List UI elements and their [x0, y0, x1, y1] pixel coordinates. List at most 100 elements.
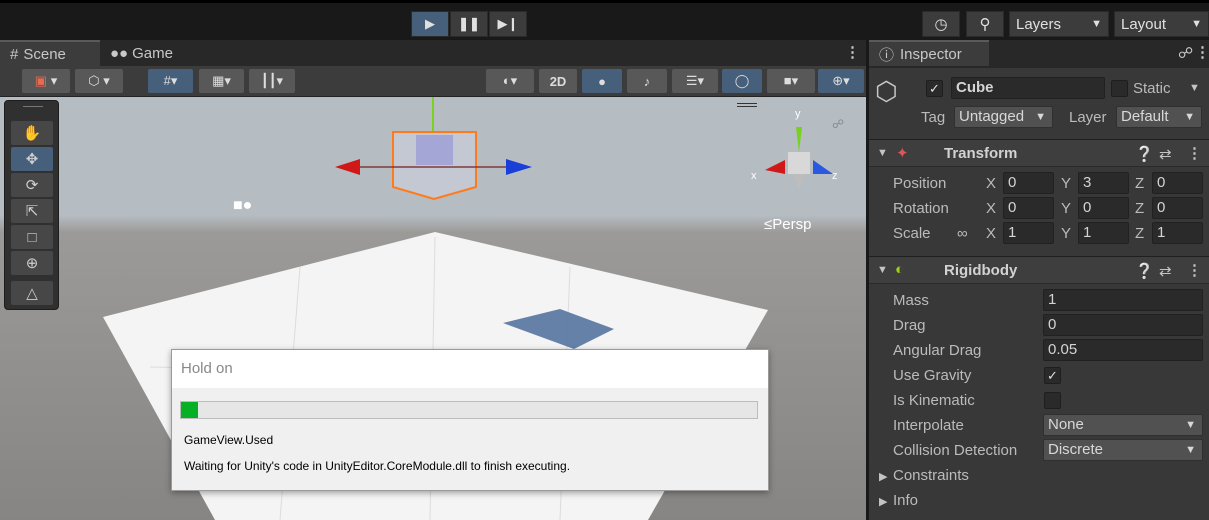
static-checkbox[interactable] [1111, 80, 1128, 97]
orientation-gizmo[interactable]: y x z [751, 108, 845, 197]
tag-dropdown[interactable]: Untagged ▼ [954, 106, 1053, 128]
rotation-z-field[interactable]: 0 [1152, 197, 1203, 219]
rotation-y-field[interactable]: 0 [1078, 197, 1129, 219]
interpolate-dropdown[interactable]: None ▼ [1043, 414, 1203, 436]
collision-detection-dropdown[interactable]: Discrete ▼ [1043, 439, 1203, 461]
is-kinematic-label: Is Kinematic [893, 392, 975, 409]
position-x-field[interactable]: 0 [1003, 172, 1054, 194]
rotation-y-label: Y [1061, 200, 1072, 217]
transform-icon: ✦ [896, 145, 909, 162]
cube-object-icon[interactable]: ⬡ [875, 76, 898, 107]
hidden-objects-toggle[interactable]: ◯ [722, 69, 762, 93]
layer-dropdown[interactable]: Default ▼ [1116, 106, 1202, 128]
chevron-down-icon: ▼ [1091, 18, 1102, 30]
layout-label: Layout [1121, 15, 1167, 33]
tab-scene-label: Scene [23, 45, 66, 63]
drag-field[interactable]: 0 [1043, 314, 1203, 336]
info-foldout[interactable]: Info [893, 492, 918, 509]
gizmos-dropdown[interactable]: ⊕▾ [818, 69, 864, 93]
is-kinematic-checkbox[interactable] [1044, 392, 1061, 409]
transform-tool[interactable]: ⊕ [11, 251, 53, 275]
position-x-label: X [986, 175, 997, 192]
progress-bar [180, 401, 758, 419]
gizmo-menu-icon[interactable] [737, 103, 757, 107]
expand-arrow-icon[interactable]: ▶ [879, 495, 887, 508]
render-mode-dropdown[interactable]: ⬡ ▾ [75, 69, 123, 93]
rotate-tool[interactable]: ⟳ [11, 173, 53, 197]
move-tool[interactable]: ✥ [11, 147, 53, 171]
move-icon: ✥ [25, 151, 39, 168]
tab-inspector[interactable]: ⓘ Inspector [869, 40, 989, 66]
position-y-field[interactable]: 3 [1078, 172, 1129, 194]
increment-snap-icon: ▦▾ [212, 73, 231, 88]
main-toolbar: ▶ ❚❚ ▶❙ ◷ ⚲ Layers ▼ Layout ▼ [0, 0, 1209, 40]
rigidbody-header[interactable]: ▼ ◐ Rigidbody ❔ ⇄ ⋮ [869, 256, 1209, 284]
gizmo-z-label: z [832, 170, 838, 182]
layers-dropdown[interactable]: Layers ▼ [1009, 11, 1109, 37]
draw-mode-dropdown[interactable]: ▣ ▾ [22, 69, 70, 93]
increment-snap-dropdown[interactable]: ▦▾ [199, 69, 244, 93]
pause-button[interactable]: ❚❚ [450, 11, 488, 37]
position-z-field[interactable]: 0 [1152, 172, 1203, 194]
more-options-icon[interactable]: ⋮ [1195, 43, 1209, 61]
rotation-x-field[interactable]: 0 [1003, 197, 1054, 219]
toggle-2d-button[interactable]: 2D [539, 69, 577, 93]
gizmo-y-label: y [795, 108, 801, 120]
constrain-proportions-icon[interactable]: ∞ [957, 225, 968, 242]
audio-toggle[interactable]: ♪ [627, 69, 667, 93]
hand-tool[interactable]: ✋ [11, 121, 53, 145]
palette-handle[interactable] [23, 106, 43, 107]
play-button[interactable]: ▶ [411, 11, 449, 37]
layout-dropdown[interactable]: Layout ▼ [1114, 11, 1209, 37]
chevron-down-icon: ▼ [1184, 111, 1195, 123]
dialog-message: Waiting for Unity's code in UnityEditor.… [184, 459, 571, 473]
scale-x-field[interactable]: 1 [1003, 222, 1054, 244]
tab-inspector-label: Inspector [900, 45, 962, 63]
ruler-dropdown[interactable]: ┃┃▾ [249, 69, 295, 93]
effects-dropdown[interactable]: ☰▾ [672, 69, 718, 93]
scale-y-field[interactable]: 1 [1078, 222, 1129, 244]
tab-scene[interactable]: # Scene [0, 40, 100, 66]
mass-field[interactable]: 1 [1043, 289, 1203, 311]
more-options-icon[interactable]: ⋮ [1187, 144, 1202, 162]
custom-tool[interactable]: △ [11, 281, 53, 305]
shading-dropdown[interactable]: ◐▾ [486, 69, 534, 93]
help-icon[interactable]: ❔ [1135, 145, 1154, 163]
more-options-icon[interactable]: ⋮ [1187, 261, 1202, 279]
play-icon: ▶ [425, 16, 435, 31]
scale-x-label: X [986, 225, 997, 242]
presets-icon[interactable]: ⇄ [1159, 145, 1172, 163]
scale-z-field[interactable]: 1 [1152, 222, 1203, 244]
step-button[interactable]: ▶❙ [489, 11, 527, 37]
search-button[interactable]: ⚲ [966, 11, 1004, 37]
lock-icon[interactable]: ☍ [1178, 44, 1193, 62]
custom-tool-icon: △ [26, 285, 38, 302]
scale-tool[interactable]: ⇱ [11, 199, 53, 223]
history-button[interactable]: ◷ [922, 11, 960, 37]
help-icon[interactable]: ❔ [1135, 262, 1154, 280]
rotation-x-label: X [986, 200, 997, 217]
angular-drag-field[interactable]: 0.05 [1043, 339, 1203, 361]
tab-game-label: Game [132, 44, 173, 62]
draw-mode-icon: ▣ [34, 73, 48, 88]
grid-snap-dropdown[interactable]: #▾ [148, 69, 193, 93]
perspective-label[interactable]: ≤Persp [764, 216, 811, 233]
expand-arrow-icon[interactable]: ▶ [879, 470, 887, 483]
more-options-icon[interactable]: ⋮ [845, 43, 860, 61]
camera-icon[interactable]: ■● [233, 197, 252, 215]
chevron-down-icon[interactable]: ▼ [1189, 82, 1200, 94]
scale-icon: ⇱ [25, 203, 39, 220]
transform-header[interactable]: ▼ ✦ Transform ❔ ⇄ ⋮ [869, 139, 1209, 167]
rect-tool[interactable]: □ [11, 225, 53, 249]
constraints-foldout[interactable]: Constraints [893, 467, 969, 484]
active-checkbox[interactable]: ✓ [926, 80, 943, 97]
use-gravity-checkbox[interactable]: ✓ [1044, 367, 1061, 384]
camera-dropdown[interactable]: ■▾ [767, 69, 815, 93]
rotation-label: Rotation [893, 200, 949, 217]
rotate-icon: ⟳ [25, 177, 39, 194]
tab-game[interactable]: ●● Game [100, 40, 200, 66]
lighting-toggle[interactable]: ● [582, 69, 622, 93]
tag-label: Tag [921, 109, 946, 126]
presets-icon[interactable]: ⇄ [1159, 262, 1172, 280]
object-name-field[interactable]: Cube [951, 77, 1105, 99]
